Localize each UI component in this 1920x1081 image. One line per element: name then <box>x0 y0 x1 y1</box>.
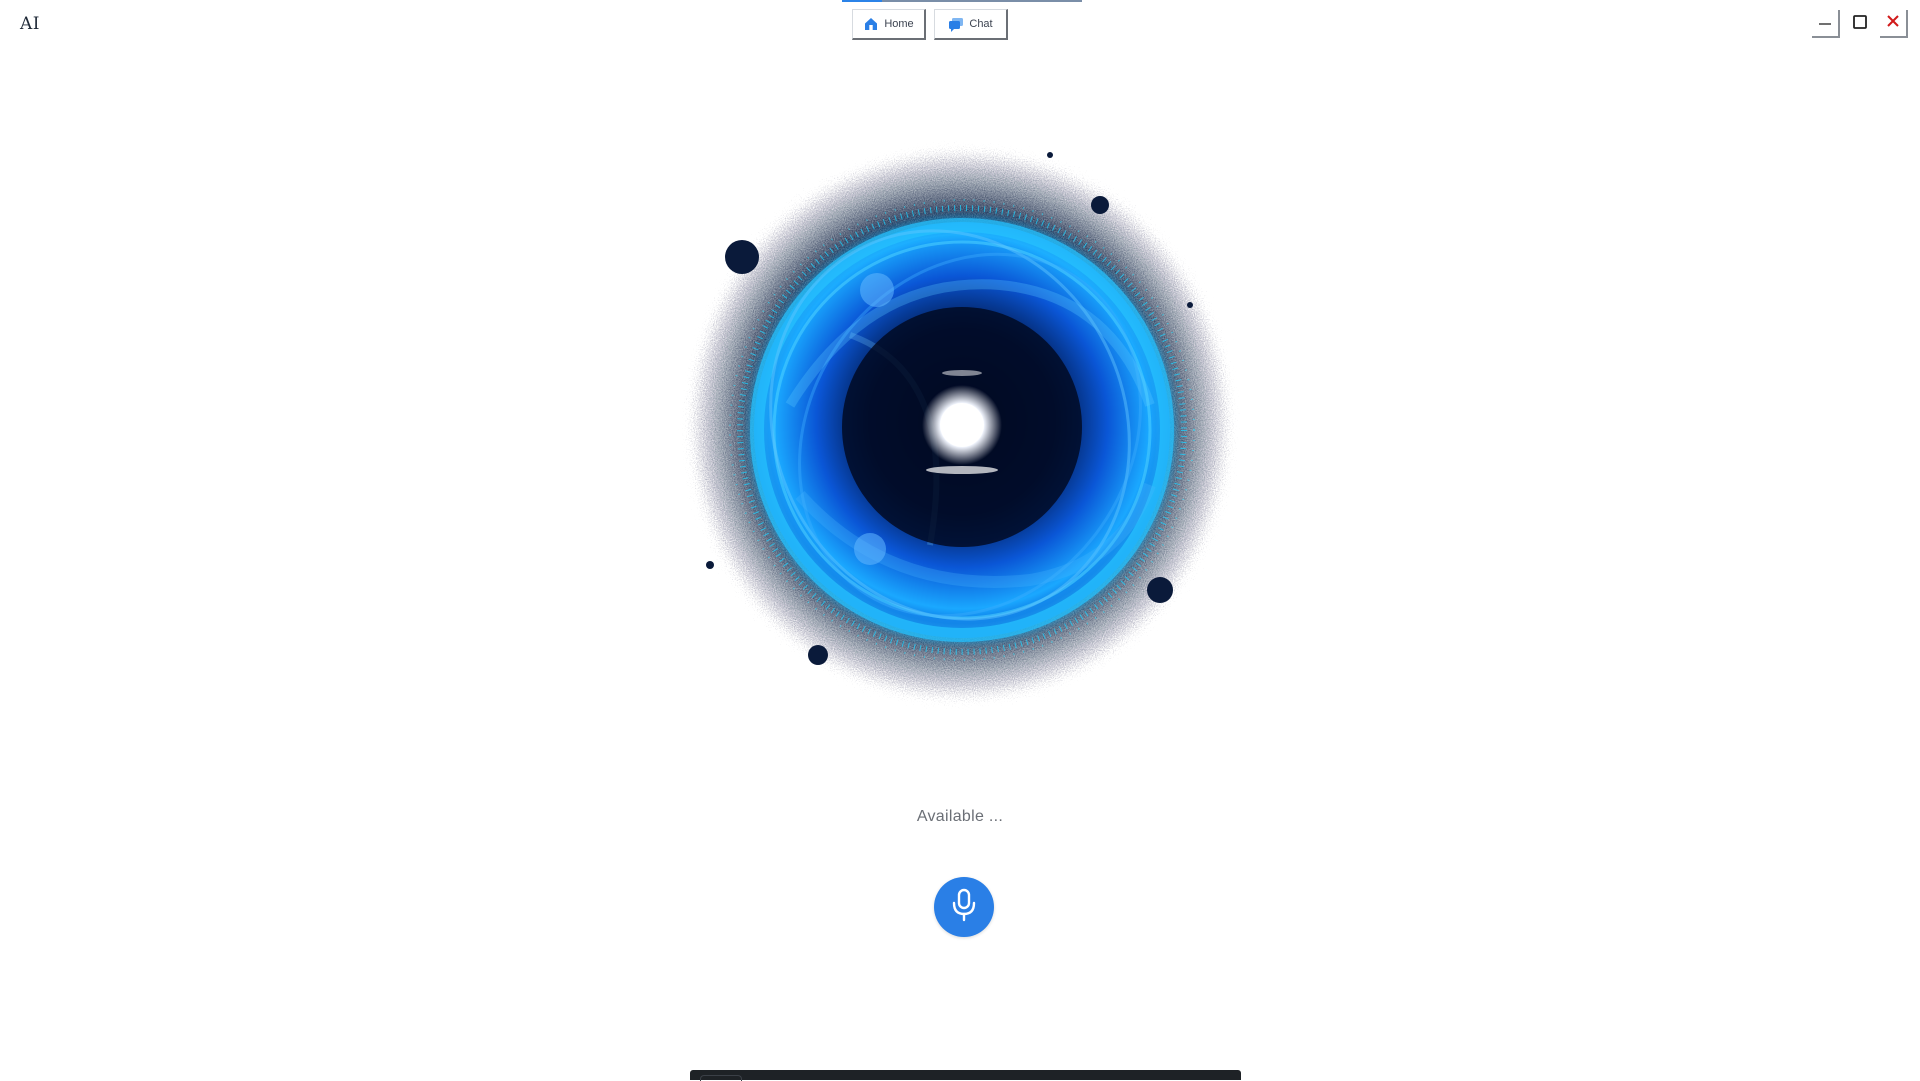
tab-accent-bar <box>842 0 1082 2</box>
close-button[interactable] <box>1880 10 1908 38</box>
chat-icon <box>948 16 964 32</box>
bottom-panel <box>690 1070 1241 1081</box>
microphone-button[interactable] <box>934 877 994 937</box>
orb-graphic <box>690 150 1230 700</box>
tab-chat-label: Chat <box>969 18 993 30</box>
home-icon <box>863 16 879 32</box>
minimize-icon <box>1818 14 1832 33</box>
assistant-status: Available ... <box>916 808 1004 825</box>
top-tab-bar: Home Chat <box>852 9 1008 40</box>
maximize-button[interactable] <box>1846 10 1874 38</box>
window-controls <box>1812 10 1908 38</box>
microphone-icon <box>949 888 979 927</box>
tab-chat[interactable]: Chat <box>934 9 1008 40</box>
assistant-orb <box>670 125 1250 715</box>
maximize-icon <box>1852 14 1868 35</box>
close-icon <box>1886 14 1900 33</box>
bottom-panel-tab[interactable] <box>700 1075 742 1081</box>
app-title: AI <box>20 14 40 34</box>
tab-home[interactable]: Home <box>852 9 926 40</box>
tab-home-label: Home <box>884 18 914 30</box>
minimize-button[interactable] <box>1812 10 1840 38</box>
